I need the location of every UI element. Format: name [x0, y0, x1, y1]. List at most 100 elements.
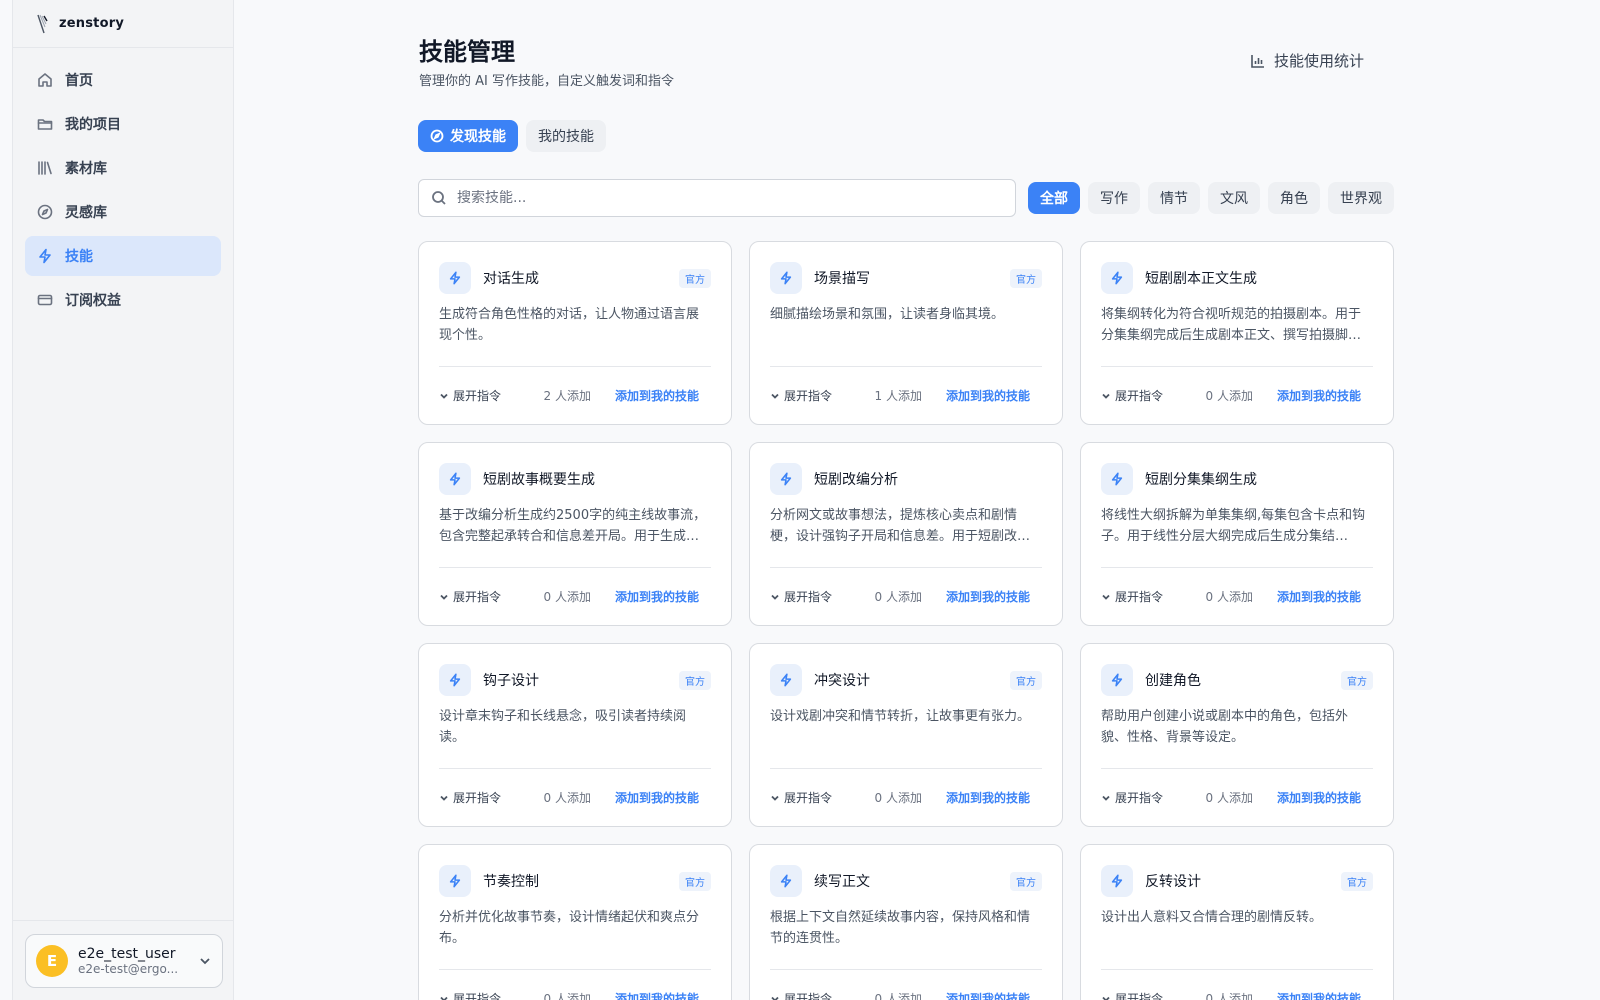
sidebar-item-subscription[interactable]: 订阅权益: [25, 280, 221, 320]
tab-my-skills[interactable]: 我的技能: [526, 120, 606, 152]
sidebar-item-library[interactable]: 素材库: [25, 148, 221, 188]
page-subtitle: 管理你的 AI 写作技能，自定义触发词和指令: [419, 74, 674, 89]
skill-card-footer: 展开指令 0 人添加 添加到我的技能: [439, 567, 711, 625]
category-worldview[interactable]: 世界观: [1328, 182, 1394, 214]
add-to-my-skills-button[interactable]: 添加到我的技能: [1277, 990, 1361, 1000]
skill-icon-box: [770, 865, 802, 897]
expand-instructions-button[interactable]: 展开指令: [439, 789, 501, 806]
skill-title: 反转设计: [1145, 874, 1201, 890]
expand-label: 展开指令: [1115, 992, 1164, 1000]
skill-card-header: 反转设计 官方: [1101, 865, 1373, 897]
added-count: 2 人添加: [543, 389, 591, 403]
category-plot[interactable]: 情节: [1148, 182, 1200, 214]
skill-card: 节奏控制 官方 分析并优化故事节奏，设计情绪起伏和爽点分布。 展开指令 0 人添…: [418, 844, 732, 1000]
skill-description: 生成符合角色性格的对话，让人物通过语言展现个性。: [439, 307, 700, 343]
skill-stats-button[interactable]: 技能使用统计: [1250, 50, 1364, 71]
skill-card: 场景描写 官方 细腻描绘场景和氛围，让读者身临其境。 展开指令 1 人添加 添加…: [749, 241, 1063, 425]
sidebar-item-inspiration[interactable]: 灵感库: [25, 192, 221, 232]
chevron-down-icon: [440, 393, 448, 399]
skill-icon-box: [770, 262, 802, 294]
expand-instructions-button[interactable]: 展开指令: [770, 789, 832, 806]
lightning-icon: [780, 874, 792, 888]
card-icon: [37, 294, 53, 306]
brand[interactable]: zenstory: [13, 0, 233, 48]
skill-card-grid: 对话生成 官方 生成符合角色性格的对话，让人物通过语言展现个性。 展开指令 2 …: [418, 241, 1394, 1000]
skill-card: 续写正文 官方 根据上下文自然延续故事内容，保持风格和情节的连贯性。 展开指令 …: [749, 844, 1063, 1000]
skill-stats-label: 技能使用统计: [1273, 52, 1364, 70]
lightning-icon: [780, 271, 792, 285]
expand-instructions-button[interactable]: 展开指令: [439, 588, 501, 605]
expand-instructions-button[interactable]: 展开指令: [770, 588, 832, 605]
expand-instructions-button[interactable]: 展开指令: [1101, 387, 1163, 404]
expand-label: 展开指令: [1115, 389, 1164, 403]
skill-icon-box: [439, 865, 471, 897]
add-to-my-skills-button[interactable]: 添加到我的技能: [615, 588, 699, 605]
expand-instructions-button[interactable]: 展开指令: [1101, 588, 1163, 605]
skill-icon-box: [770, 463, 802, 495]
add-to-my-skills-button[interactable]: 添加到我的技能: [946, 990, 1030, 1000]
skill-description: 设计出人意料又合情合理的剧情反转。: [1101, 910, 1323, 925]
user-info: e2e_test_user e2e-test@ergo...: [78, 946, 188, 976]
sidebar-item-skills[interactable]: 技能: [25, 236, 221, 276]
add-to-my-skills-button[interactable]: 添加到我的技能: [946, 387, 1030, 404]
skill-card: 冲突设计 官方 设计戏剧冲突和情节转折，让故事更有张力。 展开指令 0 人添加 …: [749, 643, 1063, 827]
add-to-my-skills-button[interactable]: 添加到我的技能: [1277, 789, 1361, 806]
library-icon: [38, 161, 52, 175]
category-writing[interactable]: 写作: [1088, 182, 1140, 214]
add-to-my-skills-button[interactable]: 添加到我的技能: [1277, 588, 1361, 605]
skill-card-header: 冲突设计 官方: [770, 664, 1042, 696]
expand-instructions-button[interactable]: 展开指令: [770, 990, 832, 1000]
expand-instructions-button[interactable]: 展开指令: [770, 387, 832, 404]
skill-card-header: 节奏控制 官方: [439, 865, 711, 897]
skill-title: 短剧改编分析: [814, 472, 898, 488]
expand-instructions-button[interactable]: 展开指令: [439, 990, 501, 1000]
lightning-icon: [780, 673, 792, 687]
tab-discover[interactable]: 发现技能: [418, 120, 518, 152]
skill-title: 短剧剧本正文生成: [1145, 271, 1257, 287]
app-window: zenstory 首页 我的项目 素材库 灵感库 技能 订阅权益 E e2e_t…: [0, 0, 1600, 1000]
add-to-my-skills-button[interactable]: 添加到我的技能: [615, 387, 699, 404]
skill-icon-box: [439, 262, 471, 294]
skill-title: 对话生成: [483, 271, 539, 287]
expand-label: 展开指令: [453, 992, 502, 1000]
category-character[interactable]: 角色: [1268, 182, 1320, 214]
add-to-my-skills-button[interactable]: 添加到我的技能: [946, 588, 1030, 605]
category-all[interactable]: 全部: [1028, 182, 1080, 214]
skill-title: 冲突设计: [814, 673, 870, 689]
add-to-my-skills-button[interactable]: 添加到我的技能: [1277, 387, 1361, 404]
skill-card: 短剧改编分析 分析网文或故事想法，提炼核心卖点和剧情梗，设计强钩子开局和信息差。…: [749, 442, 1063, 626]
added-count: 0 人添加: [543, 992, 591, 1000]
sidebar-item-projects[interactable]: 我的项目: [25, 104, 221, 144]
sidebar-item-home[interactable]: 首页: [25, 60, 221, 100]
lightning-icon: [1111, 874, 1123, 888]
category-style[interactable]: 文风: [1208, 182, 1260, 214]
add-to-my-skills-button[interactable]: 添加到我的技能: [615, 990, 699, 1000]
expand-instructions-button[interactable]: 展开指令: [439, 387, 501, 404]
skill-title: 钩子设计: [483, 673, 539, 689]
chevron-down-icon: [771, 594, 779, 600]
official-badge: 官方: [679, 268, 711, 288]
expand-label: 展开指令: [784, 389, 833, 403]
added-count: 0 人添加: [1205, 389, 1253, 403]
search-input[interactable]: [457, 190, 1015, 206]
skill-card: 短剧剧本正文生成 将集纲转化为符合视听规范的拍摄剧本。用于分集集纲完成后生成剧本…: [1080, 241, 1394, 425]
expand-label: 展开指令: [453, 590, 502, 604]
skill-card-header: 短剧故事概要生成: [439, 463, 711, 495]
added-count: 0 人添加: [543, 791, 591, 805]
user-menu[interactable]: E e2e_test_user e2e-test@ergo...: [25, 934, 223, 988]
sidebar-item-label: 首页: [65, 73, 93, 89]
skill-card-header: 短剧分集集纲生成: [1101, 463, 1373, 495]
add-to-my-skills-button[interactable]: 添加到我的技能: [946, 789, 1030, 806]
expand-instructions-button[interactable]: 展开指令: [1101, 789, 1163, 806]
skill-description: 将线性大纲拆解为单集集纲,每集包含卡点和钩子。用于线性分层大纲完成后生成分集结构…: [1101, 508, 1366, 544]
add-to-my-skills-button[interactable]: 添加到我的技能: [615, 789, 699, 806]
home-icon: [38, 73, 52, 87]
skill-icon-box: [770, 664, 802, 696]
skill-card-footer: 展开指令 0 人添加 添加到我的技能: [1101, 969, 1373, 1000]
skill-card-header: 创建角色 官方: [1101, 664, 1373, 696]
added-count: 0 人添加: [874, 992, 922, 1000]
skill-card: 短剧故事概要生成 基于改编分析生成约2500字的纯主线故事流，包含完整起承转合和…: [418, 442, 732, 626]
user-name: e2e_test_user: [78, 946, 176, 962]
expand-instructions-button[interactable]: 展开指令: [1101, 990, 1163, 1000]
lightning-icon: [449, 271, 461, 285]
